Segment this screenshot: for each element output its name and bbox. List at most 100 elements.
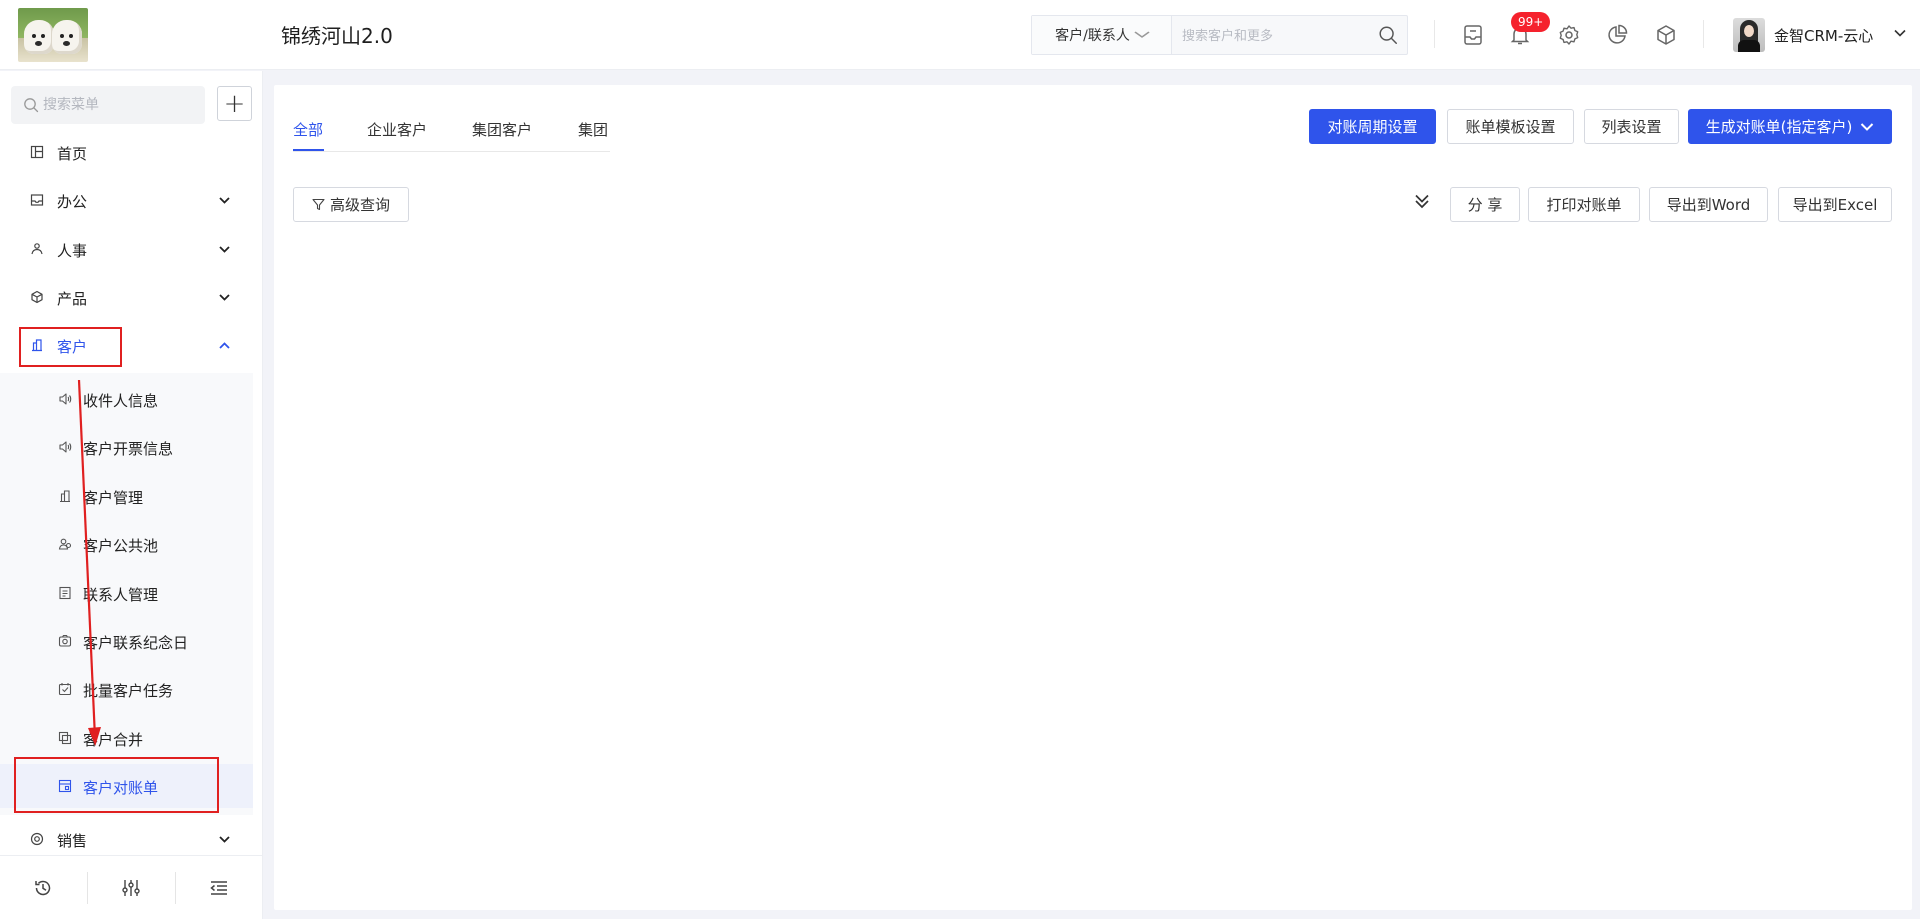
statement-icon bbox=[58, 779, 72, 793]
user-name[interactable]: 金智CRM-云心 bbox=[1774, 25, 1873, 46]
add-button[interactable]: + bbox=[217, 86, 252, 121]
filter-icon bbox=[312, 198, 325, 211]
sidebar-subitem-contact-management[interactable]: 联系人管理 bbox=[0, 571, 253, 615]
share-button[interactable]: 分 享 bbox=[1450, 187, 1520, 222]
sidebar-subitem-label: 联系人管理 bbox=[83, 586, 159, 604]
menu-search bbox=[11, 86, 205, 124]
header-divider bbox=[1434, 20, 1435, 48]
sidebar-subitem-label: 收件人信息 bbox=[83, 392, 159, 410]
sidebar-subitem-recipient-info[interactable]: 收件人信息 bbox=[0, 377, 253, 421]
cube-icon bbox=[31, 290, 43, 304]
tab-all[interactable]: 全部 bbox=[293, 119, 323, 140]
export-excel-button[interactable]: 导出到Excel bbox=[1778, 187, 1892, 222]
chevron-down-icon bbox=[219, 197, 230, 204]
chevron-down-icon[interactable] bbox=[1893, 26, 1907, 40]
logo[interactable] bbox=[18, 8, 88, 62]
menu-search-input[interactable] bbox=[43, 94, 193, 116]
generate-statement-label: 生成对账单(指定客户) bbox=[1705, 118, 1853, 136]
collapse-menu-icon[interactable] bbox=[209, 878, 229, 898]
sidebar-subitem-label: 客户开票信息 bbox=[83, 440, 174, 458]
user-group-icon bbox=[31, 243, 43, 255]
cube-icon[interactable] bbox=[1654, 23, 1678, 47]
sidebar-subitem-label: 客户管理 bbox=[83, 489, 144, 507]
customer-submenu: 收件人信息 客户开票信息 客户管理 客户公共池 联系人管理 客户联系纪念日 批量… bbox=[0, 373, 253, 815]
copy-icon bbox=[58, 731, 72, 745]
users-icon bbox=[58, 538, 72, 550]
chevron-up-icon bbox=[219, 342, 230, 349]
sidebar-subitem-customer-merge[interactable]: 客户合并 bbox=[0, 716, 253, 760]
building-icon bbox=[60, 490, 70, 503]
gear-icon[interactable] bbox=[1557, 23, 1581, 47]
building-icon bbox=[32, 339, 42, 352]
sidebar-subitem-public-pool[interactable]: 客户公共池 bbox=[0, 522, 253, 566]
speaker-icon bbox=[59, 393, 72, 405]
sidebar-subitem-label: 客户对账单 bbox=[83, 779, 159, 797]
sidebar-subitem-invoice-info[interactable]: 客户开票信息 bbox=[0, 425, 253, 469]
notification-badge: 99+ bbox=[1511, 12, 1551, 32]
search-input[interactable] bbox=[1182, 25, 1362, 47]
list-settings-button[interactable]: 列表设置 bbox=[1584, 109, 1679, 144]
sidebar-subitem-label: 批量客户任务 bbox=[83, 682, 174, 700]
double-chevron-down-icon[interactable] bbox=[1413, 192, 1431, 210]
chevron-down-icon bbox=[1861, 122, 1874, 131]
tab-group-customer[interactable]: 集团客户 bbox=[472, 119, 532, 140]
export-word-button[interactable]: 导出到Word bbox=[1649, 187, 1768, 222]
sidebar-item-customer[interactable]: 客户 bbox=[0, 323, 262, 367]
layout-icon bbox=[30, 145, 44, 159]
pie-chart-icon[interactable] bbox=[1605, 23, 1629, 47]
sidebar-item-label: 客户 bbox=[57, 338, 88, 356]
advanced-query-label: 高级查询 bbox=[329, 196, 390, 214]
gauge-icon bbox=[30, 832, 44, 846]
tab-group[interactable]: 集团 bbox=[578, 119, 608, 140]
sidebar-item-label: 产品 bbox=[57, 290, 88, 308]
sidebar-item-product[interactable]: 产品 bbox=[0, 275, 262, 319]
sidebar-item-office[interactable]: 办公 bbox=[0, 178, 262, 222]
inbox-icon bbox=[30, 194, 44, 206]
app-title: 锦绣河山2.0 bbox=[281, 24, 393, 48]
sidebar-item-label: 首页 bbox=[57, 145, 88, 163]
sidebar-subitem-label: 客户联系纪念日 bbox=[83, 634, 189, 652]
chevron-down-icon bbox=[219, 294, 230, 301]
search-type-label: 客户/联系人 bbox=[1055, 28, 1130, 44]
print-statement-button[interactable]: 打印对账单 bbox=[1528, 187, 1640, 222]
chevron-down-icon bbox=[219, 246, 230, 253]
period-settings-button[interactable]: 对账周期设置 bbox=[1309, 109, 1436, 144]
user-avatar[interactable] bbox=[1733, 18, 1765, 52]
chevron-down-icon bbox=[1134, 31, 1150, 38]
search-icon bbox=[24, 98, 39, 113]
sidebar-subitem-batch-tasks[interactable]: 批量客户任务 bbox=[0, 667, 253, 711]
camera-icon bbox=[58, 634, 72, 647]
sidebar-item-label: 人事 bbox=[57, 242, 88, 260]
global-search: 客户/联系人 bbox=[1031, 15, 1408, 55]
top-header: 锦绣河山2.0 客户/联系人 99+ 金智CRM-云心 bbox=[0, 0, 1920, 70]
search-icon[interactable] bbox=[1377, 24, 1399, 46]
generate-statement-button[interactable]: 生成对账单(指定客户) bbox=[1688, 109, 1892, 144]
sidebar-subitem-anniversary[interactable]: 客户联系纪念日 bbox=[0, 619, 253, 663]
sidebar-subitem-customer-management[interactable]: 客户管理 bbox=[0, 474, 253, 518]
sliders-icon[interactable] bbox=[121, 878, 141, 898]
sidebar-item-label: 办公 bbox=[57, 193, 88, 211]
footer-divider bbox=[87, 872, 88, 904]
footer-divider bbox=[175, 872, 176, 904]
tab-enterprise-customer[interactable]: 企业客户 bbox=[367, 119, 427, 140]
sidebar-subitem-label: 客户公共池 bbox=[83, 537, 159, 555]
plus-icon: + bbox=[223, 88, 246, 119]
active-tab-indicator bbox=[293, 149, 324, 151]
sidebar-item-home[interactable]: 首页 bbox=[0, 130, 262, 174]
sidebar-subitem-customer-statement[interactable]: 客户对账单 bbox=[0, 764, 253, 808]
sidebar: + 首页 办公 人事 产品 客户 收件人信息 客户开票信息 bbox=[0, 71, 263, 919]
speaker-icon bbox=[59, 441, 72, 453]
main-content: 全部 企业客户 集团客户 集团 对账周期设置 账单模板设置 列表设置 生成对账单… bbox=[274, 85, 1912, 910]
sidebar-item-label: 销售 bbox=[57, 832, 88, 850]
chevron-down-icon bbox=[219, 836, 230, 843]
history-icon[interactable] bbox=[33, 878, 53, 898]
inbox-icon[interactable] bbox=[1461, 23, 1485, 47]
dog-illustration bbox=[24, 20, 54, 54]
search-type-select[interactable]: 客户/联系人 bbox=[1032, 16, 1172, 54]
advanced-query-button[interactable]: 高级查询 bbox=[293, 187, 409, 222]
sidebar-footer bbox=[0, 855, 262, 919]
contact-card-icon bbox=[59, 586, 71, 600]
sidebar-item-hr[interactable]: 人事 bbox=[0, 227, 262, 271]
customer-type-tabs: 全部 企业客户 集团客户 集团 bbox=[293, 107, 610, 152]
template-settings-button[interactable]: 账单模板设置 bbox=[1447, 109, 1574, 144]
